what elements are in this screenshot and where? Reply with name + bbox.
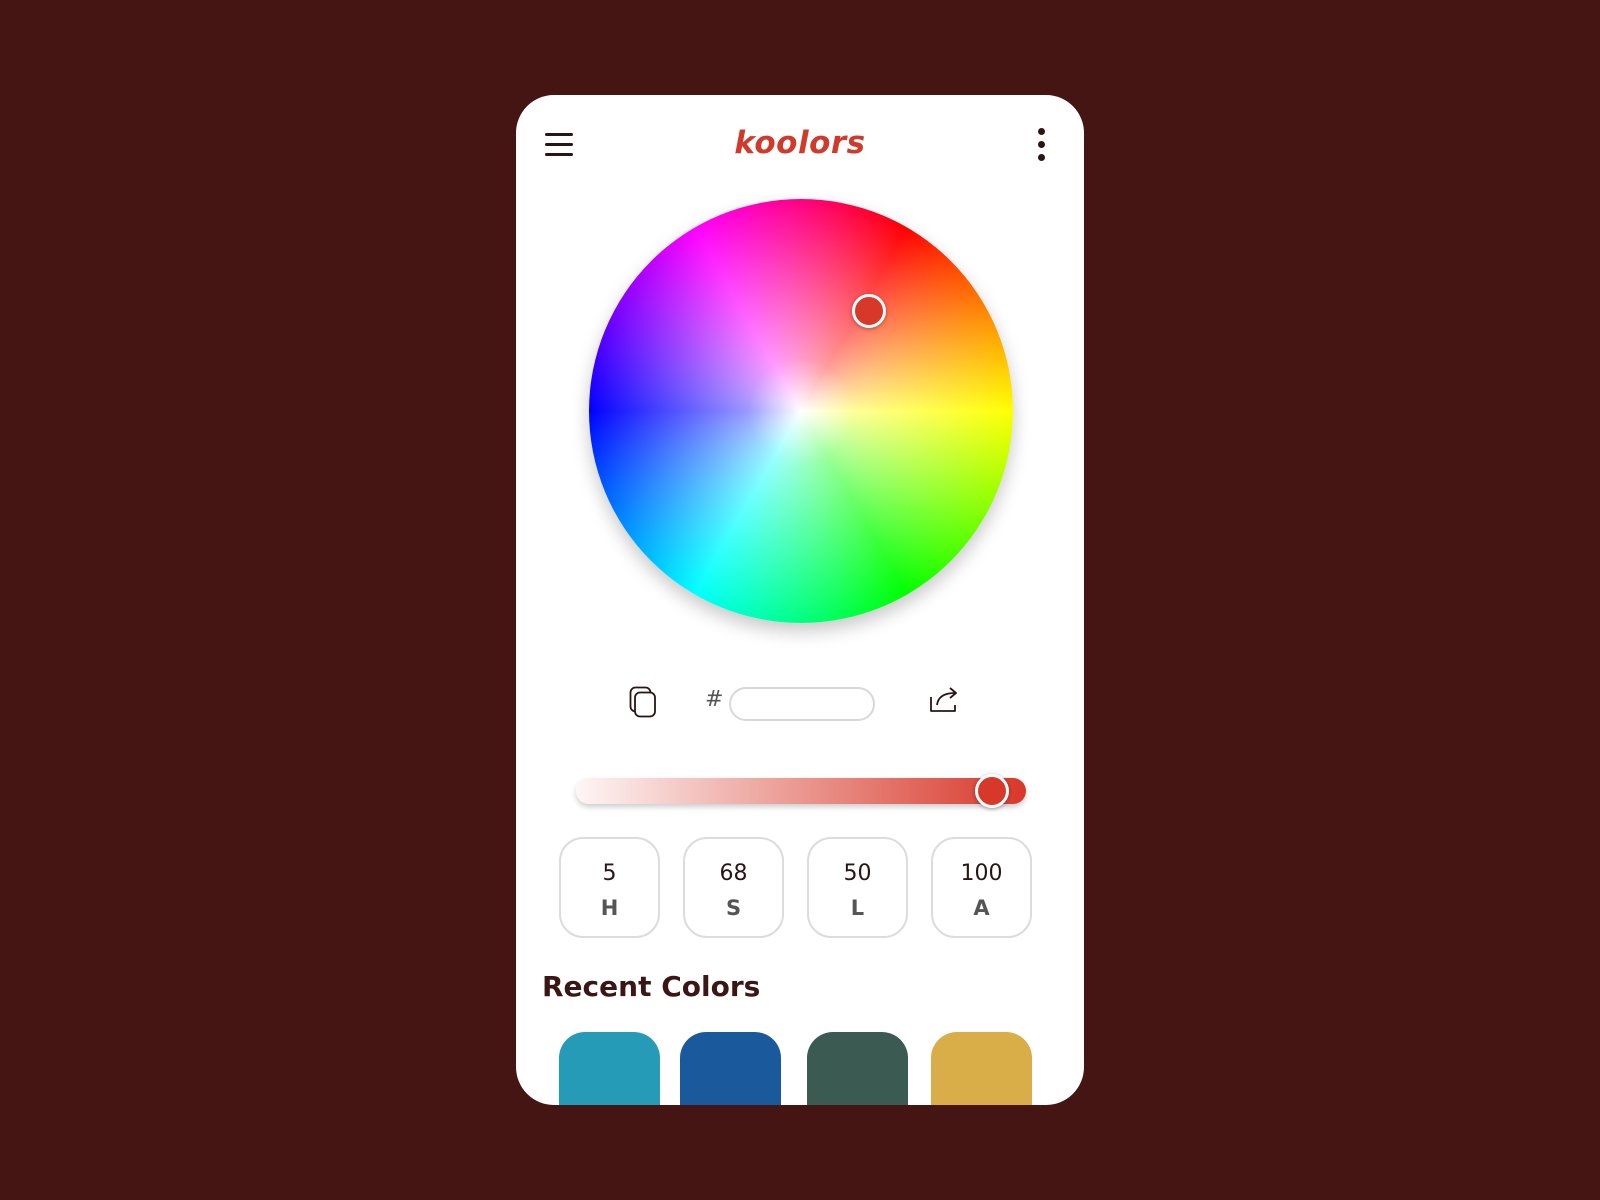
app-title: koolors bbox=[734, 125, 866, 161]
alpha-box[interactable]: 100 A bbox=[931, 837, 1032, 938]
recent-color-swatch[interactable] bbox=[807, 1032, 908, 1105]
saturation-value: 68 bbox=[719, 861, 748, 886]
lightness-value: 50 bbox=[843, 861, 872, 886]
color-wheel-saturation bbox=[589, 199, 1013, 623]
color-wheel[interactable] bbox=[589, 199, 1013, 623]
hex-prefix: # bbox=[705, 687, 724, 712]
saturation-label: S bbox=[725, 896, 742, 920]
copy-icon[interactable] bbox=[629, 686, 657, 718]
alpha-slider-track[interactable] bbox=[576, 778, 1026, 804]
phone-screen: koolors # 5 H 68 S 50 L 100 A Recent Col… bbox=[516, 95, 1084, 1105]
recent-color-swatch[interactable] bbox=[559, 1032, 660, 1105]
recent-colors-title: Recent Colors bbox=[542, 970, 761, 1003]
alpha-label: A bbox=[973, 896, 990, 920]
share-icon[interactable] bbox=[929, 685, 961, 715]
vertical-dots-icon[interactable] bbox=[1036, 128, 1046, 162]
hex-input[interactable] bbox=[729, 687, 875, 721]
lightness-box[interactable]: 50 L bbox=[807, 837, 908, 938]
color-wheel-handle[interactable] bbox=[852, 294, 886, 328]
lightness-label: L bbox=[850, 896, 865, 920]
alpha-slider-handle[interactable] bbox=[975, 774, 1009, 808]
saturation-box[interactable]: 68 S bbox=[683, 837, 784, 938]
recent-color-swatch[interactable] bbox=[680, 1032, 781, 1105]
hue-value: 5 bbox=[602, 861, 617, 886]
recent-color-swatch[interactable] bbox=[931, 1032, 1032, 1105]
alpha-value: 100 bbox=[960, 861, 1003, 886]
hue-box[interactable]: 5 H bbox=[559, 837, 660, 938]
hue-label: H bbox=[600, 896, 619, 920]
